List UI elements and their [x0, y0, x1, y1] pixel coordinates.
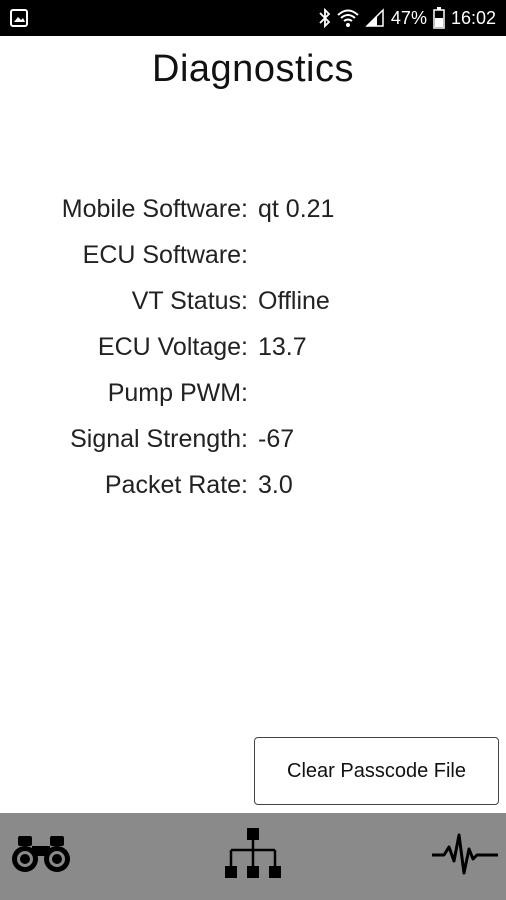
diag-row-ecu-voltage: ECU Voltage: 13.7 — [0, 324, 506, 370]
nav-item-overview[interactable] — [6, 822, 76, 892]
nav-item-signal[interactable] — [430, 822, 500, 892]
diag-row-vt-status: VT Status: Offline — [0, 278, 506, 324]
cell-signal-icon — [365, 8, 385, 28]
image-icon — [10, 9, 28, 27]
diag-row-ecu-software: ECU Software: — [0, 232, 506, 278]
diag-label: VT Status: — [131, 286, 248, 315]
diag-label: Pump PWM: — [107, 378, 248, 407]
diag-value: -67 — [258, 424, 295, 453]
waveform-icon — [432, 829, 498, 884]
diag-label: Packet Rate: — [104, 470, 248, 499]
diag-row-signal-strength: Signal Strength: -67 — [0, 416, 506, 462]
diag-value: Offline — [258, 286, 330, 315]
diagnostics-list: Mobile Software: qt 0.21 ECU Software: V… — [0, 186, 506, 508]
battery-icon — [433, 7, 445, 29]
binoculars-icon — [10, 834, 72, 879]
network-tree-icon — [224, 828, 282, 885]
wifi-icon — [337, 8, 359, 28]
nav-item-network[interactable] — [218, 822, 288, 892]
clock: 16:02 — [450, 7, 496, 28]
diag-row-packet-rate: Packet Rate: 3.0 — [0, 462, 506, 508]
diag-row-mobile-software: Mobile Software: qt 0.21 — [0, 186, 506, 232]
diag-label: ECU Software: — [82, 240, 248, 269]
bottom-nav-bar — [0, 813, 506, 900]
clear-passcode-button[interactable]: Clear Passcode File — [254, 737, 499, 805]
diag-label: ECU Voltage: — [97, 332, 248, 361]
status-bar: 47% 16:02 — [0, 0, 506, 36]
diag-value: 13.7 — [258, 332, 307, 361]
diag-value: qt 0.21 — [258, 194, 335, 223]
diag-value: 3.0 — [258, 470, 293, 499]
bluetooth-icon — [319, 8, 331, 28]
diag-label: Signal Strength: — [70, 424, 248, 453]
diag-row-pump-pwm: Pump PWM: — [0, 370, 506, 416]
page-title: Diagnostics — [152, 48, 354, 90]
battery-percent: 47% — [390, 7, 427, 28]
diag-label: Mobile Software: — [61, 194, 248, 223]
